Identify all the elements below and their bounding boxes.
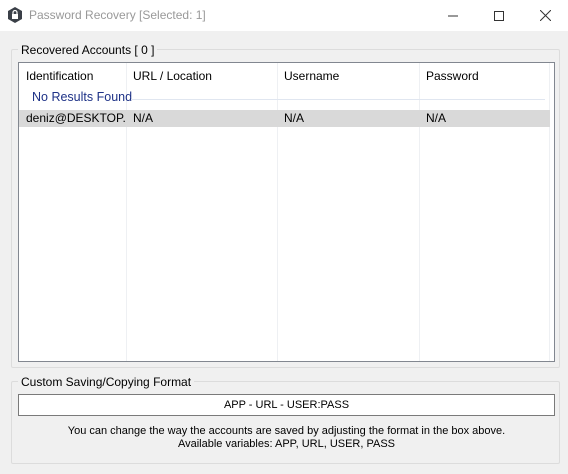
cell-url: N/A xyxy=(133,111,154,125)
format-group-label: Custom Saving/Copying Format xyxy=(18,375,195,389)
cell-username: N/A xyxy=(284,111,305,125)
cell-identification: deniz@DESKTOP... xyxy=(26,111,126,125)
format-help-line: You can change the way the accounts are … xyxy=(67,425,506,437)
accounts-group-label: Recovered Accounts [ 0 ] xyxy=(18,43,158,57)
format-input[interactable]: APP - URL - USER:PASS xyxy=(18,394,555,416)
cell-password: N/A xyxy=(426,111,447,125)
column-header-username[interactable]: Username xyxy=(277,63,419,89)
format-help-text: You can change the way the accounts are … xyxy=(18,425,555,451)
column-divider xyxy=(419,63,420,361)
list-group-title: No Results Found xyxy=(32,90,133,104)
maximize-icon xyxy=(494,10,504,21)
column-divider xyxy=(549,63,550,361)
column-header-url[interactable]: URL / Location xyxy=(126,63,277,89)
shield-icon xyxy=(7,7,23,23)
close-button[interactable] xyxy=(522,0,568,31)
close-icon xyxy=(539,10,551,21)
accounts-list[interactable]: Identification URL / Location Username P… xyxy=(18,62,555,362)
title-bar[interactable]: Password Recovery [Selected: 1] xyxy=(0,0,568,32)
window-title: Password Recovery [Selected: 1] xyxy=(29,8,206,22)
column-divider xyxy=(277,63,278,361)
format-variables-line: Available variables: APP, URL, USER, PAS… xyxy=(177,438,396,450)
list-group-divider xyxy=(131,99,545,100)
list-header: Identification URL / Location Username P… xyxy=(19,63,554,89)
table-row[interactable]: deniz@DESKTOP... N/A N/A N/A xyxy=(19,110,550,127)
minimize-icon xyxy=(448,15,458,16)
maximize-button[interactable] xyxy=(476,0,522,31)
column-header-password[interactable]: Password xyxy=(419,63,550,89)
minimize-button[interactable] xyxy=(430,0,476,31)
column-divider xyxy=(126,63,127,361)
column-header-identification[interactable]: Identification xyxy=(19,63,126,89)
